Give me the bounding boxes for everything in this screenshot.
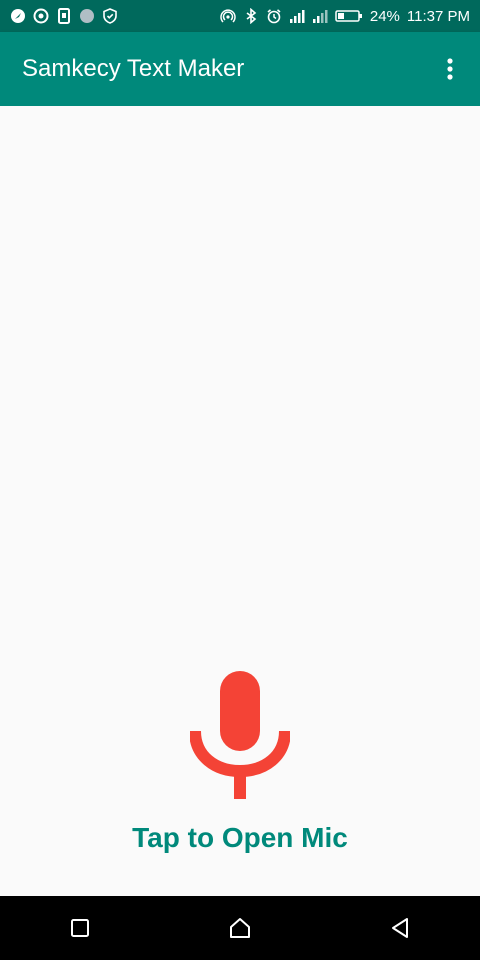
- system-nav-bar: [0, 896, 480, 960]
- status-bar: 24% 11:37 PM: [0, 0, 480, 32]
- clock: 11:37 PM: [406, 7, 470, 25]
- home-icon[interactable]: [220, 908, 260, 948]
- alarm-icon: [266, 8, 282, 24]
- navigation-icon: [10, 8, 26, 24]
- battery-percent: 24%: [369, 7, 400, 25]
- phone-storage-icon: [56, 8, 72, 24]
- app-title: Samkecy Text Maker: [22, 55, 245, 82]
- app-screen: 24% 11:37 PM Samkecy Text Maker Tap to O…: [0, 0, 480, 960]
- signal-icon: [289, 8, 305, 24]
- back-icon[interactable]: [380, 908, 420, 948]
- app-bar: Samkecy Text Maker: [0, 32, 480, 106]
- status-right-icons: 24% 11:37 PM: [220, 8, 470, 25]
- bluetooth-icon: [243, 8, 259, 24]
- hotspot-icon: [220, 8, 236, 24]
- circle-icon: [79, 8, 95, 24]
- signal-h-icon: [312, 8, 328, 24]
- more-vert-icon[interactable]: [434, 49, 466, 89]
- status-left-icons: [10, 8, 118, 24]
- shield-icon: [102, 8, 118, 24]
- main-content: Tap to Open Mic: [0, 106, 480, 896]
- target-icon: [33, 8, 49, 24]
- tap-to-open-mic-label[interactable]: Tap to Open Mic: [0, 822, 480, 854]
- recent-apps-icon[interactable]: [60, 908, 100, 948]
- battery-icon: [335, 8, 363, 24]
- microphone-icon[interactable]: [189, 671, 291, 803]
